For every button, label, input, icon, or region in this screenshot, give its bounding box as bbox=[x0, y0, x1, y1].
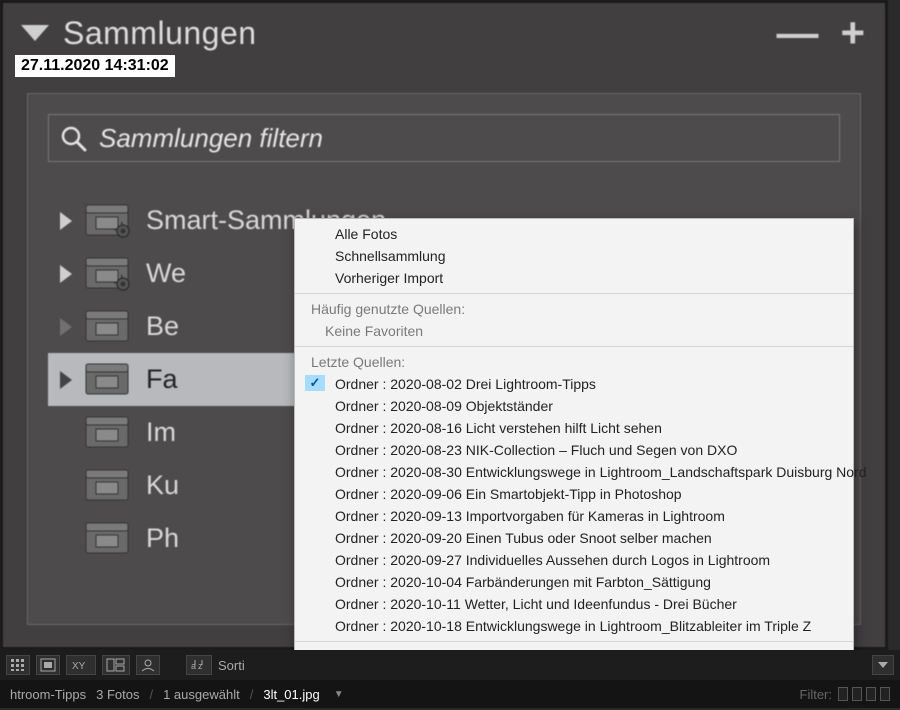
menu-divider bbox=[295, 641, 853, 642]
menu-divider bbox=[295, 293, 853, 294]
menu-item-recent[interactable]: Ordner : 2020-09-06 Ein Smartobjekt-Tipp… bbox=[295, 483, 853, 505]
menu-item-recent[interactable]: Ordner : 2020-10-11 Wetter, Licht und Id… bbox=[295, 593, 853, 615]
sort-label[interactable]: Sorti bbox=[218, 658, 245, 673]
menu-divider bbox=[295, 346, 853, 347]
bottom-toolbar: XY az Sorti bbox=[0, 650, 900, 680]
menu-item-recent[interactable]: Ordner : 2020-08-30 Entwicklungswege in … bbox=[295, 461, 853, 483]
breadcrumb-photo-count: 3 Fotos bbox=[96, 687, 139, 702]
disclosure-triangle-icon[interactable] bbox=[48, 265, 84, 283]
status-bar: htroom-Tipps 3 Fotos / 1 ausgewählt / 3l… bbox=[0, 680, 900, 708]
collection-icon bbox=[84, 362, 130, 398]
menu-item-recent[interactable]: Ordner : 2020-09-27 Individuelles Ausseh… bbox=[295, 549, 853, 571]
menu-item-recent[interactable]: Ordner : 2020-08-23 NIK-Collection – Flu… bbox=[295, 439, 853, 461]
menu-heading-frequent: Häufig genutzte Quellen: bbox=[295, 298, 853, 320]
recent-sources-context-menu: Alle FotosSchnellsammlungVorheriger Impo… bbox=[294, 218, 854, 695]
timestamp-overlay: 27.11.2020 14:31:02 bbox=[15, 55, 175, 77]
collection-icon bbox=[84, 468, 130, 504]
menu-item[interactable]: Schnellsammlung bbox=[295, 245, 853, 267]
compare-view-button[interactable]: XY bbox=[66, 655, 96, 675]
menu-item-recent[interactable]: Ordner : 2020-08-02 Drei Lightroom-Tipps bbox=[295, 373, 853, 395]
disclosure-triangle-icon[interactable] bbox=[48, 318, 84, 336]
breadcrumb-current-file[interactable]: 3lt_01.jpg bbox=[263, 687, 319, 702]
menu-item-recent[interactable]: Ordner : 2020-08-09 Objektständer bbox=[295, 395, 853, 417]
disclosure-triangle-icon[interactable] bbox=[48, 212, 84, 230]
collection-icon bbox=[84, 415, 130, 451]
sort-direction-button[interactable]: az bbox=[186, 655, 212, 675]
smart-collection-icon bbox=[84, 203, 130, 239]
chevron-down-icon[interactable]: ▼ bbox=[334, 689, 344, 700]
menu-heading-recent: Letzte Quellen: bbox=[295, 351, 853, 373]
menu-item-recent[interactable]: Ordner : 2020-09-13 Importvorgaben für K… bbox=[295, 505, 853, 527]
survey-view-button[interactable] bbox=[102, 655, 130, 675]
menu-item[interactable]: Vorheriger Import bbox=[295, 267, 853, 289]
panel-layout-icons[interactable] bbox=[838, 687, 890, 701]
grid-view-button[interactable] bbox=[6, 655, 30, 675]
menu-item[interactable]: Alle Fotos bbox=[295, 223, 853, 245]
panel-header: Sammlungen — + bbox=[3, 3, 885, 59]
remove-collection-button[interactable]: — bbox=[770, 9, 824, 57]
toolbar-options-dropdown[interactable] bbox=[872, 655, 894, 675]
breadcrumb-parent[interactable]: htroom-Tipps bbox=[10, 687, 86, 702]
panel-title: Sammlungen bbox=[63, 15, 770, 52]
breadcrumb-sep: / bbox=[250, 687, 254, 702]
breadcrumb-sep: / bbox=[149, 687, 153, 702]
smart-collection-icon bbox=[84, 256, 130, 292]
search-bar[interactable]: Sammlungen filtern bbox=[48, 114, 840, 162]
collapse-triangle-icon[interactable] bbox=[21, 25, 49, 41]
people-view-button[interactable] bbox=[136, 655, 160, 675]
collection-icon bbox=[84, 309, 130, 345]
svg-text:XY: XY bbox=[72, 661, 86, 672]
menu-item-recent[interactable]: Ordner : 2020-09-20 Einen Tubus oder Sno… bbox=[295, 527, 853, 549]
menu-item-recent[interactable]: Ordner : 2020-10-18 Entwicklungswege in … bbox=[295, 615, 853, 637]
breadcrumb-selected-count: 1 ausgewählt bbox=[163, 687, 240, 702]
disclosure-triangle-icon[interactable] bbox=[48, 371, 84, 389]
menu-frequent-empty: Keine Favoriten bbox=[295, 320, 853, 342]
search-icon bbox=[59, 124, 87, 152]
collection-icon bbox=[84, 521, 130, 557]
menu-item-recent[interactable]: Ordner : 2020-08-16 Licht verstehen hilf… bbox=[295, 417, 853, 439]
add-collection-button[interactable]: + bbox=[834, 9, 871, 57]
loupe-view-button[interactable] bbox=[36, 655, 60, 675]
menu-item-recent[interactable]: Ordner : 2020-10-04 Farbänderungen mit F… bbox=[295, 571, 853, 593]
search-placeholder: Sammlungen filtern bbox=[99, 123, 323, 154]
filter-label: Filter: bbox=[800, 687, 833, 702]
